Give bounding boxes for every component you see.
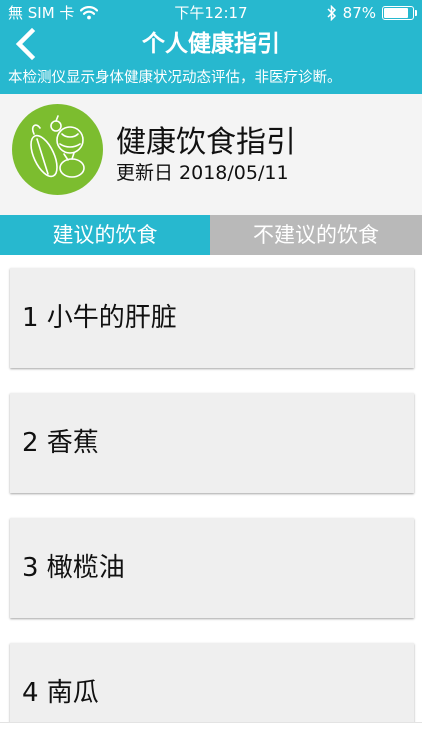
list-item[interactable]: 1 小牛的肝脏 xyxy=(10,268,414,368)
food-label: 2 香蕉 xyxy=(22,428,99,458)
vegetables-icon xyxy=(12,104,103,195)
battery-cap xyxy=(415,10,417,16)
status-bar: 無 SIM 卡 下午12:17 87% xyxy=(0,0,422,26)
back-button[interactable] xyxy=(8,26,44,62)
guide-update-date: 更新日 2018/05/11 xyxy=(116,162,289,184)
food-label: 1 小牛的肝脏 xyxy=(22,303,177,333)
guide-card: 健康饮食指引 更新日 2018/05/11 xyxy=(0,94,422,215)
battery-icon xyxy=(382,6,417,20)
battery-percent: 87% xyxy=(342,4,376,22)
bluetooth-icon xyxy=(327,5,337,21)
food-label: 3 橄榄油 xyxy=(22,553,125,583)
guide-title: 健康饮食指引 xyxy=(116,125,296,160)
battery-fill xyxy=(384,8,409,18)
nav-bar: 个人健康指引 xyxy=(0,24,422,64)
bottom-strip xyxy=(0,722,422,751)
tab-not-recommended-diet[interactable]: 不建议的饮食 xyxy=(210,215,422,255)
list-item[interactable]: 3 橄榄油 xyxy=(10,518,414,618)
diet-tabs: 建议的饮食 不建议的饮食 xyxy=(0,215,422,255)
disclaimer-notice: 本检测仪显示身体健康状况动态评估，非医疗诊断。 xyxy=(8,70,342,86)
status-right: 87% xyxy=(327,0,417,26)
chevron-left-icon xyxy=(15,27,36,61)
page-title: 个人健康指引 xyxy=(142,31,280,57)
tab-recommended-diet[interactable]: 建议的饮食 xyxy=(0,215,210,255)
header: 無 SIM 卡 下午12:17 87% 个人健康指引 本检测仪显示身体健康状况动… xyxy=(0,0,422,94)
food-list: 1 小牛的肝脏 2 香蕉 3 橄榄油 4 南瓜 xyxy=(0,255,422,750)
list-item[interactable]: 2 香蕉 xyxy=(10,393,414,493)
food-label: 4 南瓜 xyxy=(22,678,99,708)
